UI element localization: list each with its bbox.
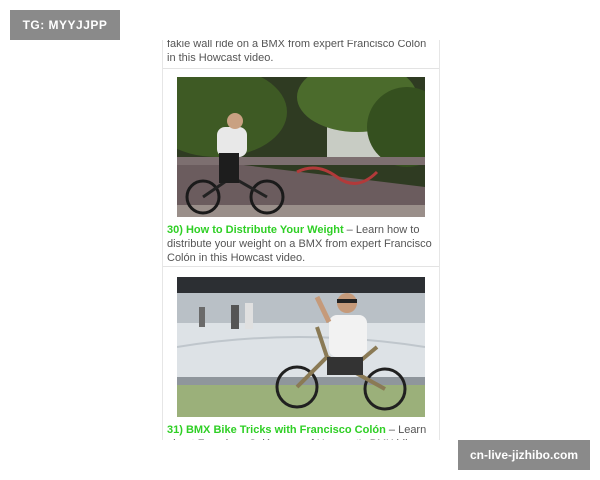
- feed-item-30-thumbnail[interactable]: [177, 77, 425, 217]
- watermark-top-left: TG: MYYJJPP: [10, 10, 120, 40]
- feed-item-29-description: fakie wall ride on a BMX from expert Fra…: [167, 40, 427, 64]
- feed-item-30-separator: –: [343, 224, 356, 236]
- feed-item-31-text: 31) BMX Bike Tricks with Francisco Colón…: [167, 423, 435, 440]
- feed-item-31[interactable]: 31) BMX Bike Tricks with Francisco Colón…: [163, 267, 439, 440]
- skatepark-photo-rider-posing: [177, 277, 425, 417]
- feed-item-31-title-link[interactable]: 31) BMX Bike Tricks with Francisco Colón: [167, 424, 386, 436]
- feed-item-29: fakie wall ride on a BMX from expert Fra…: [163, 40, 439, 69]
- article-feed[interactable]: fakie wall ride on a BMX from expert Fra…: [162, 40, 440, 440]
- feed-item-30[interactable]: 30) How to Distribute Your Weight – Lear…: [163, 69, 439, 267]
- feed-item-30-text: 30) How to Distribute Your Weight – Lear…: [167, 223, 435, 265]
- feed-item-31-thumbnail[interactable]: [177, 277, 425, 417]
- watermark-bottom-right: cn-live-jizhibo.com: [458, 440, 590, 470]
- feed-item-31-separator: –: [385, 424, 399, 436]
- skatepark-photo-rider-on-wall: [177, 77, 425, 217]
- feed-item-30-title-link[interactable]: 30) How to Distribute Your Weight: [167, 224, 344, 236]
